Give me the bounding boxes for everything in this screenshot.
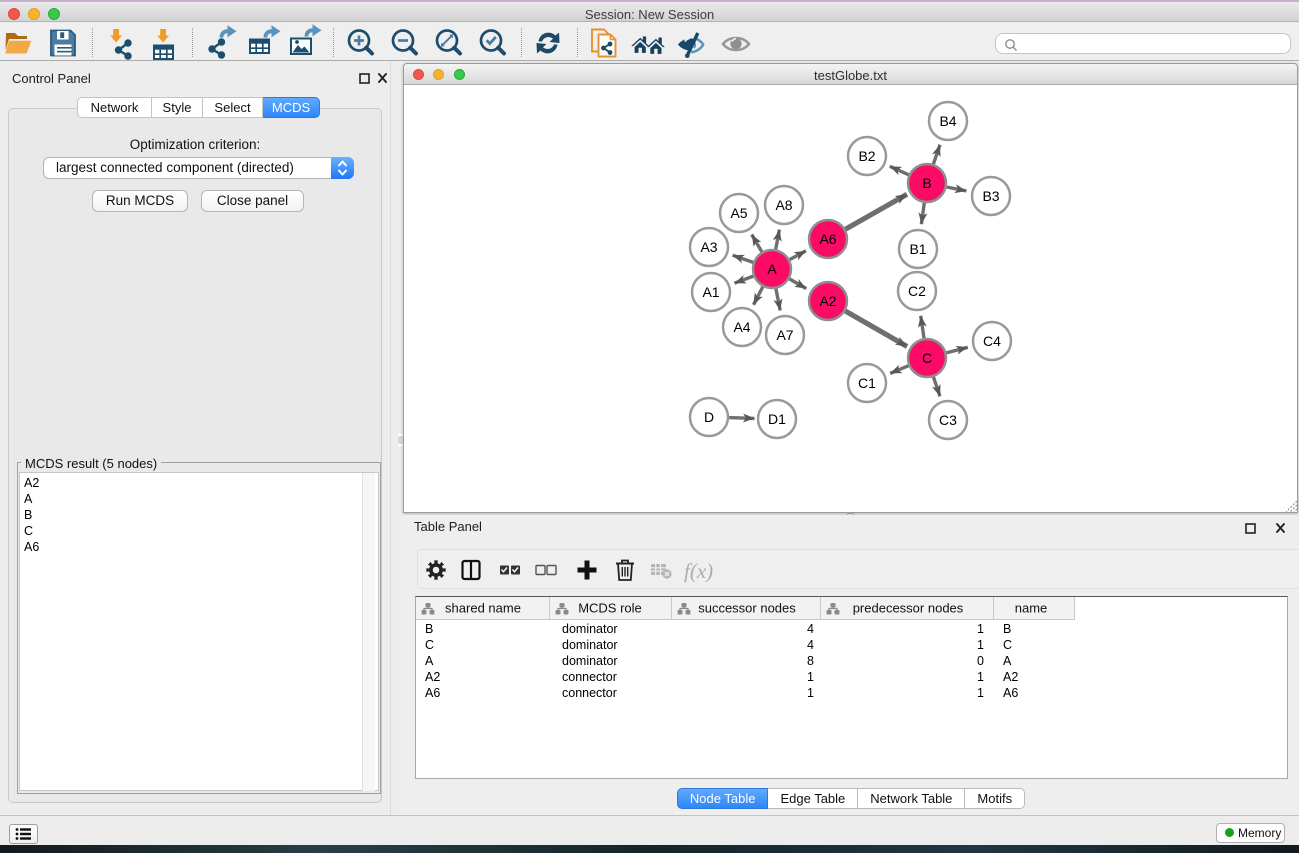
svg-text:C3: C3 <box>939 412 957 428</box>
svg-text:predecessor nodes: predecessor nodes <box>853 601 964 616</box>
svg-text:A2: A2 <box>819 293 836 309</box>
svg-text:B3: B3 <box>982 188 999 204</box>
svg-text:MCDS role: MCDS role <box>578 601 642 616</box>
svg-text:A: A <box>767 261 777 277</box>
svg-text:D: D <box>704 409 714 425</box>
svg-text:C1: C1 <box>858 375 876 391</box>
svg-text:C2: C2 <box>908 283 926 299</box>
svg-text:D1: D1 <box>768 411 786 427</box>
svg-text:A1: A1 <box>702 284 719 300</box>
svg-text:A8: A8 <box>775 197 792 213</box>
svg-text:C4: C4 <box>983 333 1001 349</box>
svg-text:A5: A5 <box>730 205 747 221</box>
svg-text:B1: B1 <box>909 241 926 257</box>
svg-text:C: C <box>922 350 932 366</box>
svg-text:A7: A7 <box>776 327 793 343</box>
svg-text:successor nodes: successor nodes <box>698 601 796 616</box>
svg-text:A4: A4 <box>733 319 750 335</box>
svg-text:A6: A6 <box>819 231 836 247</box>
svg-text:shared name: shared name <box>445 601 521 616</box>
svg-text:name: name <box>1015 601 1048 616</box>
svg-text:f(x): f(x) <box>684 559 713 583</box>
svg-text:B4: B4 <box>939 113 956 129</box>
svg-text:B: B <box>922 175 931 191</box>
svg-text:B2: B2 <box>858 148 875 164</box>
svg-text:A3: A3 <box>700 239 717 255</box>
